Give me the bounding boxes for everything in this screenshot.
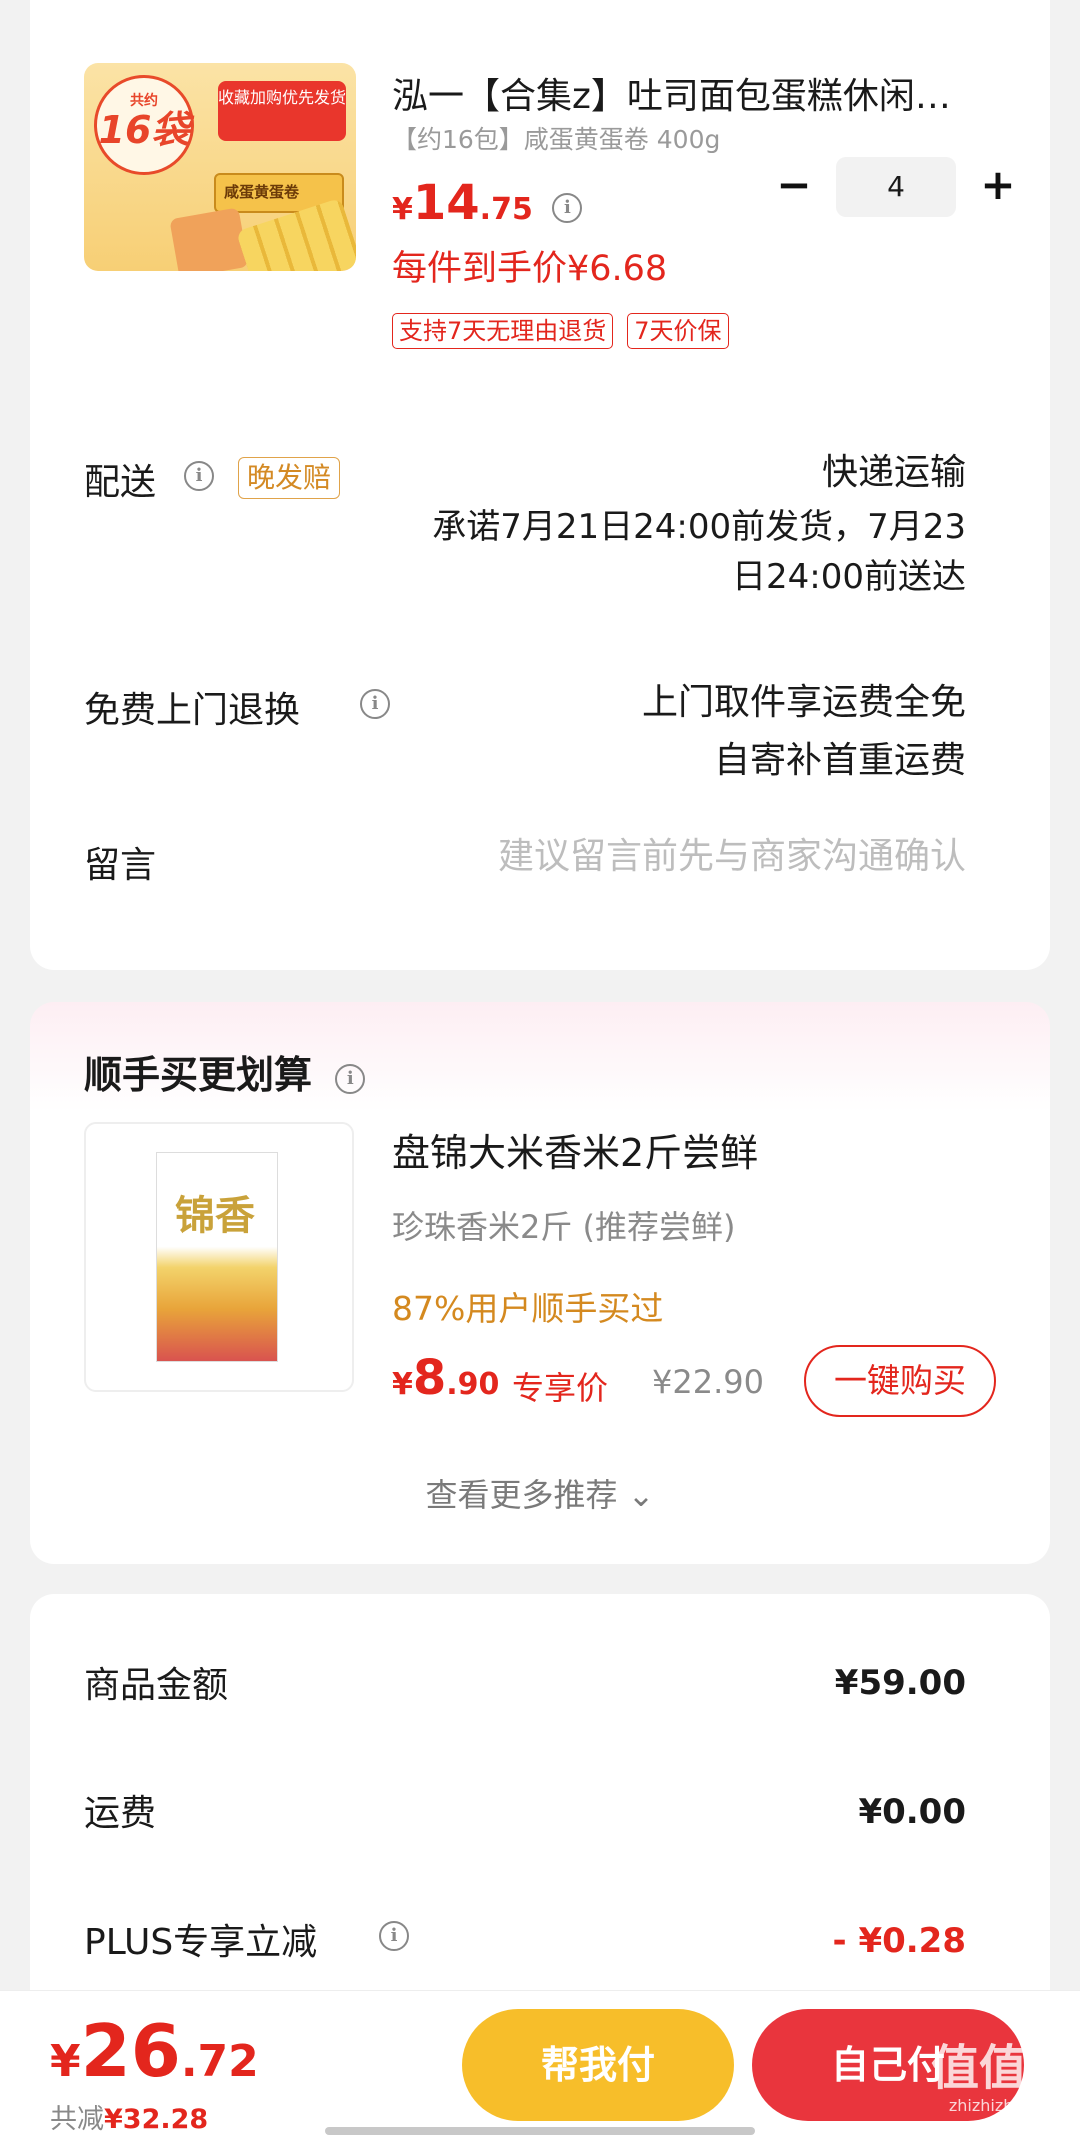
quantity-input[interactable]: 4 xyxy=(836,157,956,217)
home-indicator[interactable] xyxy=(325,2127,755,2135)
product-image[interactable]: 共约 16袋 收藏加购优先发货 咸蛋黄蛋卷 xyxy=(84,63,356,271)
checkout-bar: ¥26.72 共减¥32.28 帮我付 自己付 xyxy=(0,1990,1080,2140)
total-saved[interactable]: 共减¥32.28 xyxy=(50,2097,208,2136)
package-bag xyxy=(169,207,249,271)
count-badge: 共约 16袋 xyxy=(94,75,194,175)
price-protect-tag: 7天价保 xyxy=(627,313,729,349)
price-currency: ¥ xyxy=(392,192,413,227)
one-click-buy-button[interactable]: 一键购买 xyxy=(804,1345,996,1417)
quantity-stepper: − 4 + xyxy=(764,157,1028,217)
upsell-title: 顺手买更划算 i xyxy=(84,1044,366,1099)
saved-value: ¥32.28 xyxy=(104,2104,209,2135)
original-price: ¥22.90 xyxy=(652,1363,764,1401)
package-label: 咸蛋黄蛋卷 xyxy=(224,183,300,201)
delivery-method[interactable]: 快递运输 xyxy=(822,448,966,498)
goods-amount-value: ¥59.00 xyxy=(834,1663,966,1703)
increase-button[interactable]: + xyxy=(968,157,1028,217)
rice-image[interactable]: 锦香 xyxy=(84,1122,354,1392)
plus-info-icon[interactable]: i xyxy=(379,1921,409,1951)
plus-discount-label: PLUS专享立减 xyxy=(84,1922,318,1963)
total-price: ¥26.72 xyxy=(50,2009,259,2093)
product-title[interactable]: 泓一【合集z】吐司面包蛋糕休闲… xyxy=(392,67,1012,119)
rice-name[interactable]: 盘锦大米香米2斤尝鲜 xyxy=(392,1122,758,1177)
delivery-promise-2: 日24:00前送达 xyxy=(732,557,966,597)
price-integer: 14 xyxy=(412,175,480,231)
message-label: 留言 xyxy=(84,845,157,886)
rice-price-integer: 8 xyxy=(412,1350,447,1406)
return-line-1: 上门取件享运费全免 xyxy=(641,682,966,723)
more-recommendations-link[interactable]: 查看更多推荐 ⌄ xyxy=(30,1470,1050,1516)
return-info-icon[interactable]: i xyxy=(360,689,390,719)
late-compensation-badge: 晚发赔 xyxy=(238,457,341,499)
rice-stat: 87%用户顺手买过 xyxy=(392,1289,664,1328)
total-currency: ¥ xyxy=(50,2036,81,2087)
price-info-icon[interactable]: i xyxy=(552,193,583,223)
return-tag: 支持7天无理由退货 xyxy=(392,313,614,349)
total-decimal: .72 xyxy=(180,2036,259,2087)
service-tags: 支持7天无理由退货 7天价保 xyxy=(392,313,729,349)
delivery-promise-1: 承诺7月21日24:00前发货，7月23 xyxy=(432,507,966,547)
product-spec[interactable]: 【约16包】咸蛋黄蛋卷 400g xyxy=(392,120,720,156)
return-line-2: 自寄补首重运费 xyxy=(713,740,966,781)
plus-discount-value: - ¥0.28 xyxy=(832,1921,967,1961)
badge-top-text: 共约 xyxy=(130,93,158,109)
free-return-label: 免费上门退换 xyxy=(84,690,301,731)
upsell-title-text: 顺手买更划算 xyxy=(84,1053,313,1097)
rice-price-currency: ¥ xyxy=(392,1367,413,1402)
freight-value: ¥0.00 xyxy=(858,1792,966,1832)
product-price: ¥14.75 i xyxy=(392,175,583,231)
upsell-card: 顺手买更划算 i 锦香 盘锦大米香米2斤尝鲜 珍珠香米2斤 (推荐尝鲜) 87%… xyxy=(30,1002,1050,1564)
rice-sub: 珍珠香米2斤 (推荐尝鲜) xyxy=(392,1208,736,1246)
delivery-label: 配送 xyxy=(84,462,157,503)
unit-price: 每件到手价¥6.68 xyxy=(392,249,668,289)
delivery-info-icon[interactable]: i xyxy=(184,461,214,491)
rice-bag: 锦香 xyxy=(156,1152,278,1362)
badge-count-text: 16袋 xyxy=(98,108,190,152)
rice-price: ¥8.90 xyxy=(392,1350,499,1406)
promo-label: 收藏加购优先发货 xyxy=(218,81,346,141)
price-decimal: .75 xyxy=(479,192,533,227)
watermark-url: zhizhizhi.com xyxy=(948,2096,1058,2115)
goods-amount-label: 商品金额 xyxy=(84,1665,229,1706)
rice-bag-text: 锦香 xyxy=(175,1192,255,1239)
total-integer: 26 xyxy=(80,2009,181,2093)
watermark-logo: 值值值 xyxy=(930,2040,1075,2096)
freight-label: 运费 xyxy=(84,1793,157,1834)
decrease-button[interactable]: − xyxy=(764,157,824,217)
message-input[interactable]: 建议留言前先与商家沟通确认 xyxy=(498,832,966,882)
exclusive-price-label: 专享价 xyxy=(512,1369,609,1407)
upsell-info-icon[interactable]: i xyxy=(335,1064,366,1094)
pay-for-me-button[interactable]: 帮我付 xyxy=(462,2009,734,2121)
rice-price-decimal: .90 xyxy=(446,1367,500,1402)
watermark: 值值值 zhizhizhi.com xyxy=(928,2040,1078,2115)
product-card: 共约 16袋 收藏加购优先发货 咸蛋黄蛋卷 泓一【合集z】吐司面包蛋糕休闲… 【… xyxy=(30,0,1050,970)
saved-prefix: 共减 xyxy=(50,2104,104,2135)
